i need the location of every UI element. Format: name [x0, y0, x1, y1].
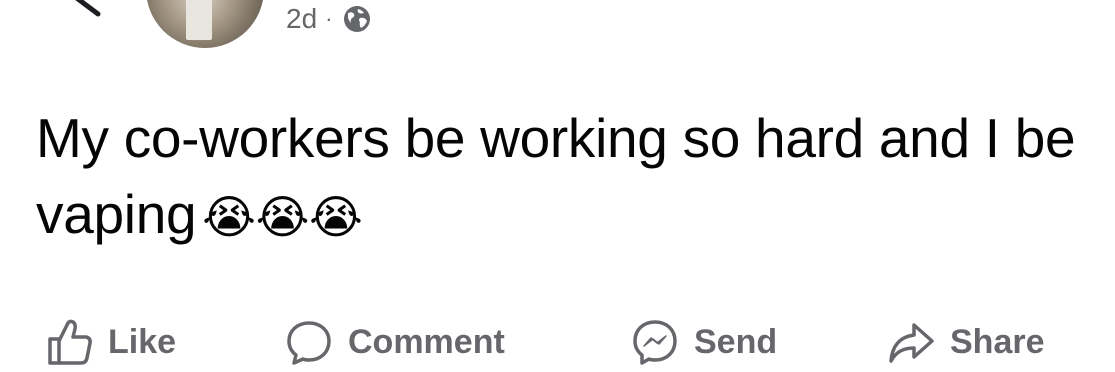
share-arrow-icon	[889, 323, 934, 363]
speech-bubble-icon	[287, 321, 331, 365]
share-button[interactable]: Share	[886, 312, 1045, 372]
globe-icon[interactable]	[342, 4, 372, 34]
send-button[interactable]: Send	[630, 312, 777, 372]
post-meta: 2d ·	[286, 0, 372, 38]
post-message: My co-workers be working so hard and I b…	[36, 107, 1076, 245]
send-label: Send	[694, 322, 778, 361]
meta-separator: ·	[325, 6, 333, 31]
post-timestamp[interactable]: 2d	[286, 3, 317, 35]
like-label: Like	[108, 322, 177, 361]
avatar[interactable]	[146, 0, 264, 48]
post-action-bar: Like Comment Send Share	[0, 312, 1115, 372]
messenger-icon	[633, 320, 677, 365]
thumbs-up-icon	[48, 319, 92, 365]
comment-label: Comment	[348, 322, 505, 361]
comment-button[interactable]: Comment	[284, 312, 505, 372]
avatar-figure	[186, 0, 212, 40]
post-text: My co-workers be working so hard and I b…	[36, 100, 1096, 255]
like-button[interactable]: Like	[44, 312, 176, 372]
back-arrow-icon[interactable]	[58, 0, 108, 20]
share-label: Share	[950, 322, 1045, 361]
crying-emojis: 😭😭😭	[202, 191, 363, 243]
